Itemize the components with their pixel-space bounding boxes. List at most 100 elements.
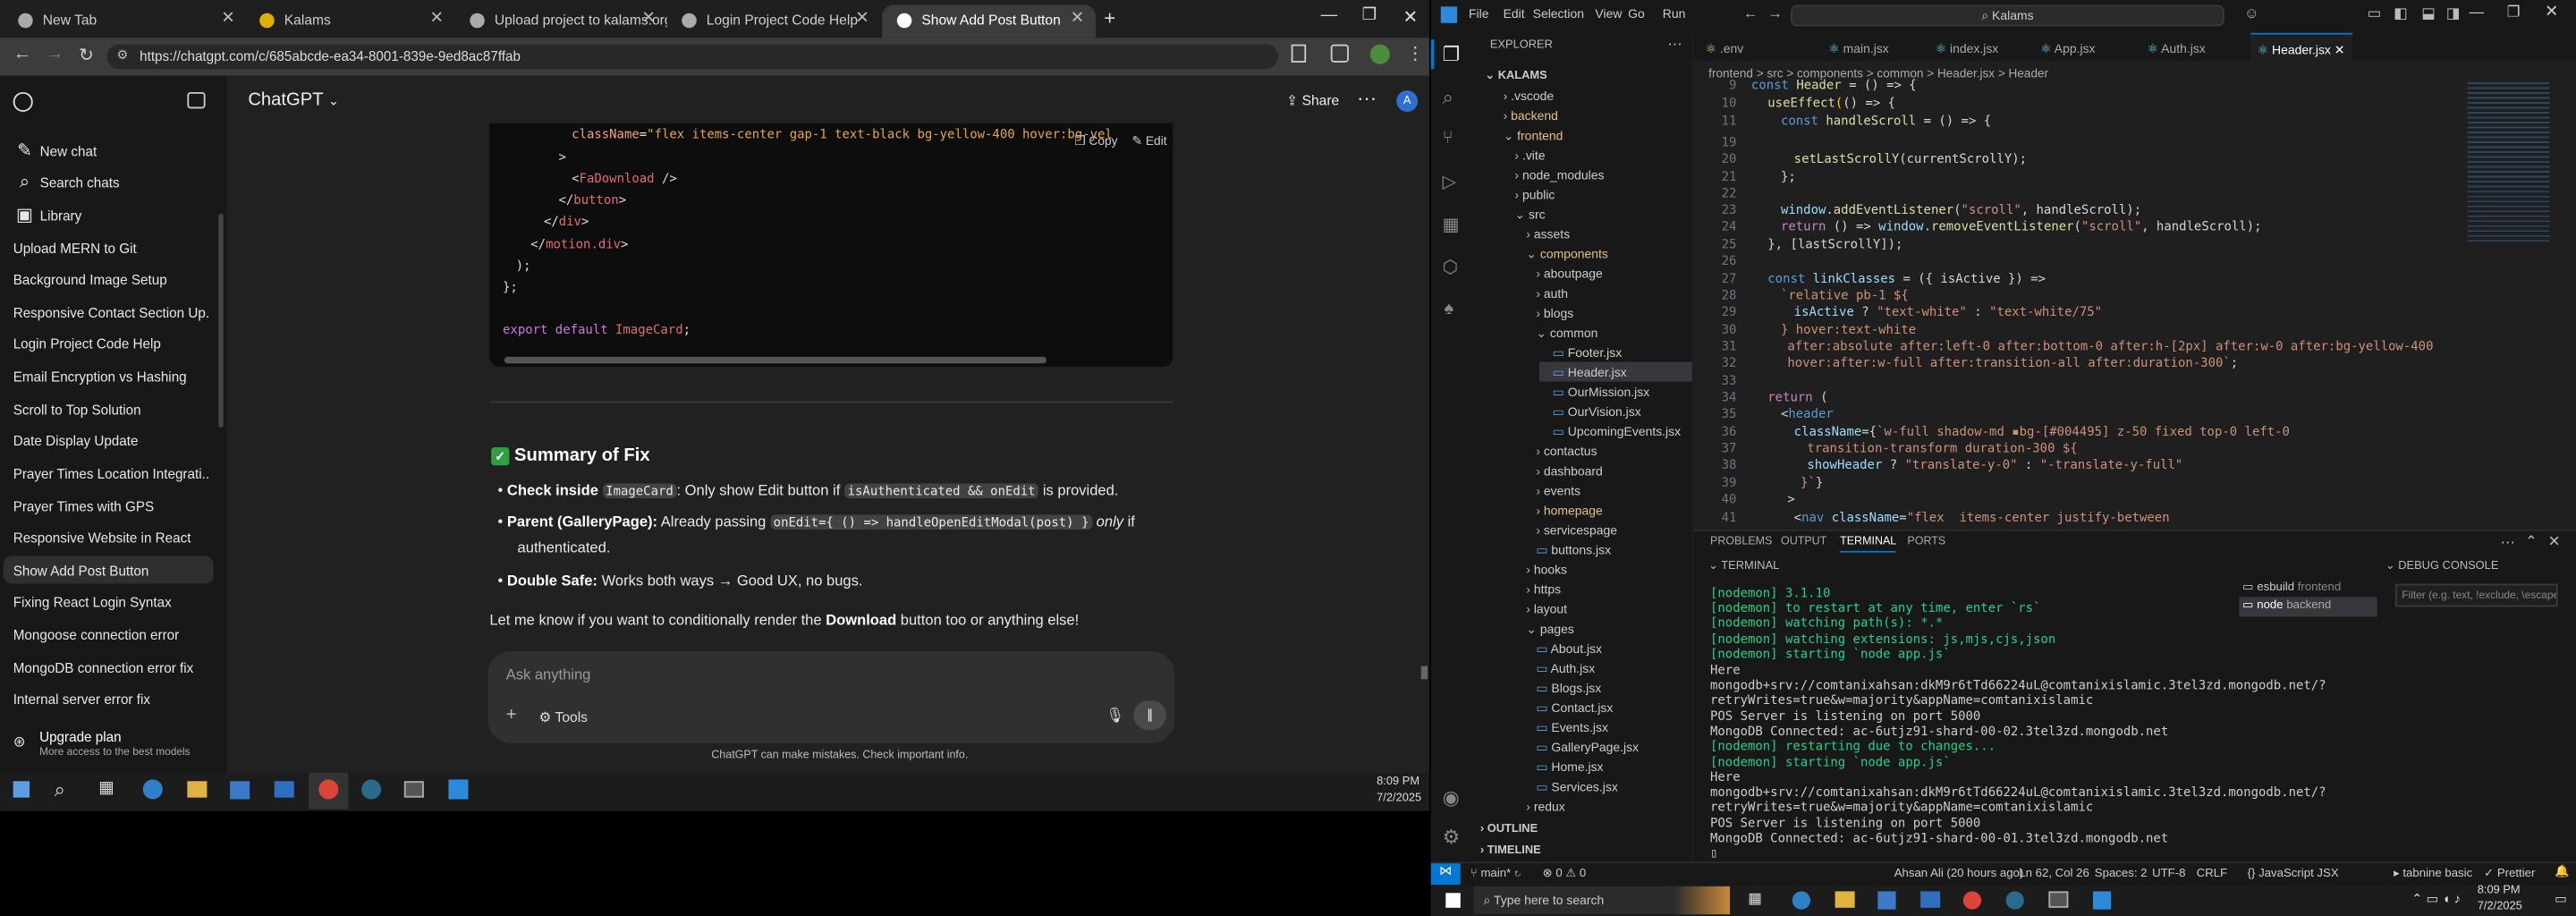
folder-item[interactable]: › .vscode (1490, 86, 1692, 106)
folder-item[interactable]: ⌄ common (1523, 322, 1692, 342)
clock-time[interactable]: 8:09 PM (2478, 885, 2521, 896)
language-status[interactable]: {} JavaScript JSX (2248, 865, 2339, 880)
more-icon[interactable]: ⋯ (2500, 534, 2515, 552)
file-item[interactable]: ▭ GalleryPage.jsx (1523, 737, 1692, 757)
folder-item[interactable]: › assets (1513, 224, 1692, 243)
maximize-icon[interactable]: ❐ (2507, 4, 2521, 21)
editor-tab[interactable]: ⚛ .env (1699, 32, 1804, 62)
edit-code-button[interactable]: ✎ Edit (1131, 133, 1166, 148)
folder-item[interactable]: ⌄ KALAMS (1472, 66, 1692, 86)
folder-item[interactable]: ⌄ pages (1513, 618, 1692, 638)
sidebar-scrollbar[interactable] (218, 213, 224, 428)
terminal-entry[interactable]: ▭ esbuild frontend (2242, 579, 2377, 598)
file-item[interactable]: ▭ Services.jsx (1523, 776, 1692, 796)
account-icon[interactable]: ◉ (1443, 786, 1460, 810)
source-control-icon[interactable]: ⑂ (1443, 128, 1453, 148)
clock-time[interactable]: 8:09 PM (1377, 776, 1419, 788)
chrome-icon[interactable] (318, 779, 339, 800)
terminal-entry-active[interactable]: ▭ node backend (2239, 597, 2377, 617)
extensions-icon[interactable]: ▦ (1443, 214, 1460, 235)
remote-indicator-icon[interactable]: ⋈ (1430, 863, 1461, 886)
file-explorer-icon[interactable] (1835, 891, 1855, 908)
file-item[interactable]: ▭ Home.jsx (1523, 757, 1692, 776)
chat-history-item[interactable]: Show Add Post Button (3, 556, 214, 584)
browser-tab[interactable]: Upload project to kalams.org ✕ (455, 5, 667, 38)
bell-icon[interactable]: 🔔 (2555, 863, 2569, 878)
editor-tab[interactable]: ⚛ App.jsx (2033, 32, 2140, 62)
chat-history-item[interactable]: Prayer Times Location Integrati... (13, 465, 210, 481)
chat-history-item[interactable]: Mongoose connection error (13, 626, 210, 642)
tools-button[interactable]: ⚙ Tools (538, 708, 588, 726)
sidebar-toggle-icon[interactable] (187, 91, 206, 109)
branch-status[interactable]: ⑂ main* ↻ (1470, 865, 1521, 880)
chat-history-item[interactable]: Email Encryption vs Hashing (13, 369, 210, 385)
share-button[interactable]: ⇪ Share (1286, 92, 1339, 110)
close-icon[interactable]: ✕ (641, 10, 655, 28)
folder-item[interactable]: › dashboard (1523, 461, 1692, 480)
prompt-input[interactable]: Ask anything (506, 666, 1131, 686)
mail-icon[interactable] (274, 781, 294, 798)
menu-kebab-icon[interactable]: ⋮ (1406, 43, 1424, 64)
chat-history-item[interactable]: Prayer Times with GPS (13, 498, 210, 514)
close-icon[interactable]: ✕ (855, 10, 869, 28)
chat-history-item[interactable]: Date Display Update (13, 432, 210, 448)
folder-item[interactable]: ⌄ frontend (1490, 125, 1692, 145)
library-button[interactable]: ▣ Library (13, 204, 210, 227)
panel-layout-icon[interactable]: ⬓ (2421, 5, 2436, 23)
file-item[interactable]: ▭ Contact.jsx (1523, 697, 1692, 717)
folder-item[interactable]: › contactus (1523, 441, 1692, 461)
menu-item[interactable]: Selection (1533, 6, 1584, 21)
close-panel-icon[interactable]: ✕ (2548, 533, 2561, 551)
mongodb-icon[interactable]: ♠ (1444, 300, 1453, 319)
chat-history-item[interactable]: Login Project Code Help (13, 335, 210, 352)
explorer-icon[interactable]: ❐ (1443, 43, 1461, 66)
chat-history-item[interactable]: Fixing React Login Syntax (13, 594, 210, 610)
main-scrollbar[interactable] (1420, 666, 1428, 680)
file-item[interactable]: ▭ Footer.jsx (1539, 342, 1692, 361)
chat-history-item[interactable]: Scroll to Top Solution (13, 402, 210, 418)
browser-tab[interactable]: New Tab ✕ (4, 5, 247, 38)
menu-item[interactable]: Edit (1504, 6, 1525, 21)
voice-mode-icon[interactable]: ∥ (1133, 700, 1167, 731)
chat-history-item[interactable]: Responsive Website in React (13, 530, 210, 546)
minimap[interactable] (2467, 79, 2550, 244)
chat-history-item[interactable]: Background Image Setup (13, 271, 210, 287)
tray-icons[interactable]: ⌃ ▭ ◖ ♪ (2411, 891, 2461, 906)
file-item[interactable]: ▭ UpcomingEvents.jsx (1539, 421, 1692, 441)
back-icon[interactable]: ← (13, 45, 31, 64)
panel-tab[interactable]: PORTS (1907, 536, 1945, 547)
prettier-status[interactable]: ✓ Prettier (2484, 865, 2535, 880)
file-item[interactable]: ▭ Blogs.jsx (1523, 677, 1692, 697)
indent-status[interactable]: Spaces: 2 (2095, 865, 2148, 880)
file-item[interactable]: ▭ Events.jsx (1523, 717, 1692, 737)
vscode-icon[interactable] (448, 779, 469, 800)
folder-item[interactable]: › public (1502, 184, 1692, 204)
browser-tab[interactable]: Kalams ✕ (245, 5, 455, 38)
file-item[interactable]: ▭ OurMission.jsx (1539, 382, 1692, 402)
folder-item[interactable]: › node_modules (1502, 165, 1692, 184)
file-item[interactable]: ▭ About.jsx (1523, 638, 1692, 657)
task-view-icon[interactable]: ▦ (1748, 890, 1762, 908)
cursor-position[interactable]: Ln 62, Col 26 (2019, 865, 2089, 880)
mail-icon[interactable] (1920, 891, 1941, 908)
edge-icon[interactable] (1792, 891, 1811, 910)
command-search[interactable]: ⌕ Kalams (1791, 4, 2224, 27)
editor-tab-active[interactable]: ⚛ Header.jsx ✕ (2250, 32, 2353, 62)
timeline-section[interactable]: › TIMELINE (1480, 845, 1541, 857)
folder-item[interactable]: › hooks (1513, 559, 1692, 579)
eol-status[interactable]: CRLF (2197, 865, 2227, 880)
minimize-icon[interactable]: — (1321, 6, 1337, 24)
maximize-panel-icon[interactable]: ⌃ (2525, 533, 2538, 551)
folder-item[interactable]: ⌄ components (1513, 243, 1692, 263)
close-window-icon[interactable]: ✕ (2545, 4, 2558, 21)
back-icon[interactable]: ← (1743, 5, 1758, 21)
chrome-icon[interactable] (1962, 891, 1982, 910)
clock-date[interactable]: 7/2/2025 (2478, 901, 2522, 912)
model-selector[interactable]: ChatGPT ⌄ (248, 90, 339, 110)
menu-item[interactable]: Run (1663, 6, 1686, 21)
reload-icon[interactable]: ↻ (79, 45, 94, 65)
panel-tab[interactable]: PROBLEMS (1710, 536, 1772, 547)
plus-icon[interactable]: + (506, 706, 517, 725)
search-chats-button[interactable]: ⌕ Search chats (13, 171, 210, 194)
editor-tab[interactable]: ⚛ Auth.jsx (2140, 32, 2246, 62)
